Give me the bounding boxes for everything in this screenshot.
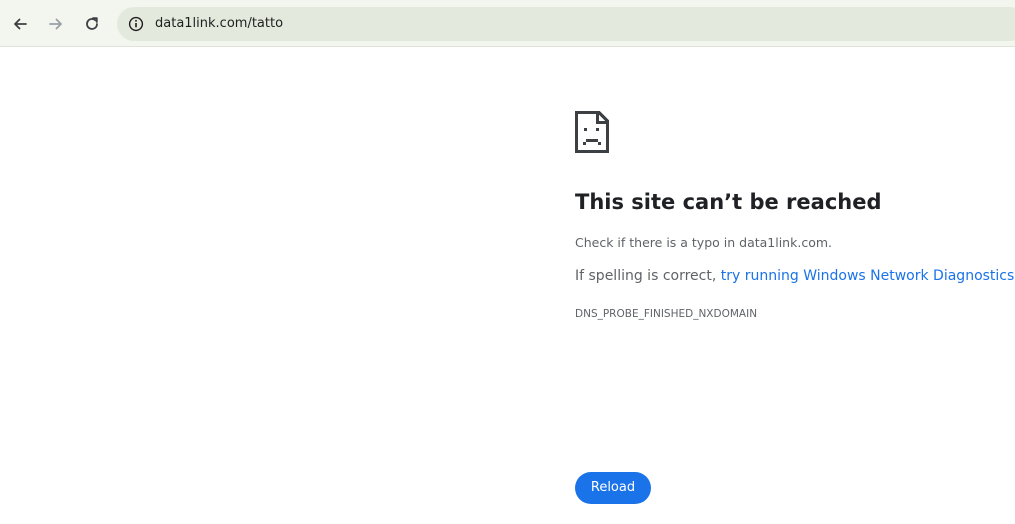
- reload-browser-button[interactable]: [76, 8, 108, 40]
- diagnostics-suggestion: If spelling is correct, try running Wind…: [575, 266, 1015, 286]
- error-title: This site can’t be reached: [575, 190, 882, 214]
- reload-button[interactable]: Reload: [575, 472, 651, 504]
- back-button[interactable]: [4, 8, 36, 40]
- forward-icon: [49, 18, 62, 30]
- error-code: DNS_PROBE_FINISHED_NXDOMAIN: [575, 308, 758, 320]
- back-icon: [14, 18, 27, 30]
- site-info-button[interactable]: [123, 11, 149, 37]
- address-bar[interactable]: data1link.com/tatto: [117, 7, 1015, 41]
- forward-button[interactable]: [40, 8, 72, 40]
- diagnostics-prefix: If spelling is correct,: [575, 268, 721, 284]
- browser-toolbar: data1link.com/tatto: [0, 0, 1015, 47]
- site-info-icon: [128, 16, 144, 32]
- sad-document-icon: [575, 111, 609, 153]
- network-diagnostics-link[interactable]: try running Windows Network Diagnostics: [721, 268, 1015, 284]
- typo-suggestion: Check if there is a typo in data1link.co…: [575, 235, 832, 250]
- reload-icon: [86, 17, 98, 30]
- url-text[interactable]: data1link.com/tatto: [155, 16, 283, 32]
